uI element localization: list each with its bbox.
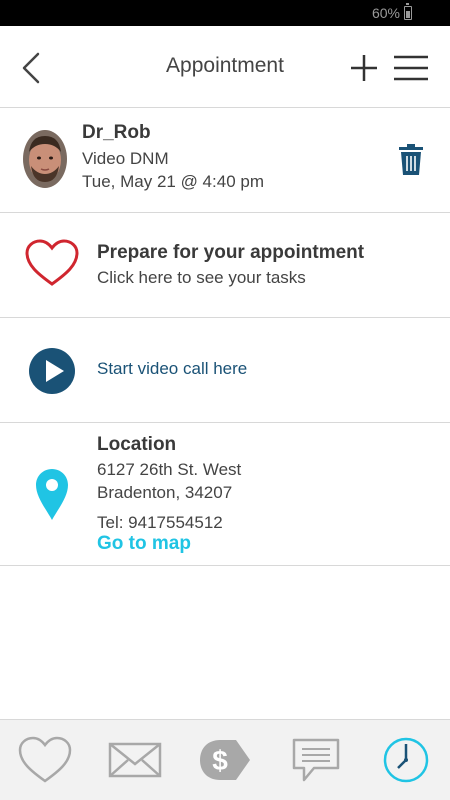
- location-row: Location 6127 26th St. West Bradenton, 3…: [0, 423, 450, 566]
- battery-level: 60%: [371, 5, 400, 21]
- address-line-1: 6127 26th St. West: [97, 460, 242, 479]
- map-pin-icon: [34, 467, 70, 521]
- doctor-name: Dr_Rob: [82, 122, 151, 143]
- tab-clock-icon[interactable]: [382, 736, 430, 784]
- go-to-map-link[interactable]: Go to map: [97, 533, 191, 555]
- address-line-2: Bradenton, 34207: [97, 483, 233, 502]
- hamburger-menu-icon[interactable]: [393, 54, 429, 82]
- page-title: Appointment: [166, 54, 284, 77]
- tab-mail-icon[interactable]: [108, 736, 162, 784]
- start-video-row[interactable]: Start video call here: [0, 318, 450, 423]
- visit-type: Video DNM: [82, 149, 169, 168]
- tab-heart-icon[interactable]: [18, 736, 72, 784]
- appointment-datetime: Tue, May 21 @ 4:40 pm: [82, 172, 264, 191]
- prepare-title: Prepare for your appointment: [97, 242, 365, 263]
- doctor-avatar: [23, 130, 67, 188]
- play-icon[interactable]: [28, 347, 76, 395]
- tab-chat-icon[interactable]: [292, 736, 340, 784]
- prepare-appointment-row[interactable]: Prepare for your appointment Click here …: [0, 213, 450, 318]
- status-bar: 60%: [0, 0, 450, 26]
- appointment-doctor-row[interactable]: Dr_Rob Video DNM Tue, May 21 @ 4:40 pm: [0, 108, 450, 213]
- plus-icon[interactable]: [348, 52, 380, 84]
- bottom-tab-bar: $: [0, 719, 450, 800]
- tab-dollar-tag-icon[interactable]: $: [196, 736, 252, 784]
- battery-icon: [404, 3, 412, 20]
- app-header: Appointment: [0, 26, 450, 108]
- phone-number[interactable]: Tel: 9417554512: [97, 513, 223, 533]
- svg-text:$: $: [212, 745, 228, 776]
- heart-icon: [24, 238, 80, 288]
- trash-icon[interactable]: [398, 144, 424, 176]
- location-title: Location: [97, 434, 177, 455]
- start-video-link[interactable]: Start video call here: [97, 359, 247, 379]
- prepare-subtitle: Click here to see your tasks: [97, 268, 306, 287]
